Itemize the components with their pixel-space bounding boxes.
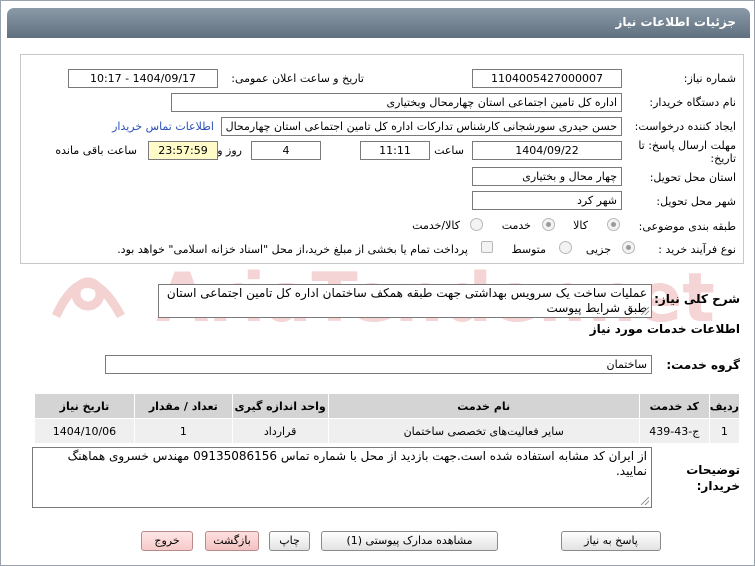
category-radio-goods-service[interactable] xyxy=(470,218,483,231)
buyer-notes-label: توضیحات xyxy=(686,463,740,477)
service-group-label: گروه خدمت: xyxy=(666,358,740,372)
category-radio-service[interactable] xyxy=(542,218,555,231)
deadline-date-field: 1404/09/22 xyxy=(472,141,622,160)
column-header-date: تاریخ نیاز xyxy=(34,393,135,419)
services-table-header: ردیف کد خدمت نام خدمت واحد اندازه گیری ت… xyxy=(34,393,741,419)
days-label: روز و xyxy=(217,144,242,157)
description-text: عملیات ساخت یک سرویس بهداشتی جهت طبقه هم… xyxy=(166,286,647,315)
description-textarea[interactable]: عملیات ساخت یک سرویس بهداشتی جهت طبقه هم… xyxy=(158,284,652,318)
column-header-row: ردیف xyxy=(708,393,741,419)
column-header-unit: واحد اندازه گیری xyxy=(231,393,329,419)
process-label: نوع فرآیند خرید : xyxy=(658,243,736,256)
print-button[interactable]: چاپ xyxy=(269,531,310,551)
table-row: 1 ج-43-439 سایر فعالیت‌های تخصصی ساختمان… xyxy=(34,418,741,444)
services-section-title: اطلاعات خدمات مورد نیاز xyxy=(589,322,740,336)
services-table: ردیف کد خدمت نام خدمت واحد اندازه گیری ت… xyxy=(34,393,741,444)
deadline-label: مهلت ارسال پاسخ: تا xyxy=(638,139,736,152)
column-header-name: نام خدمت xyxy=(327,393,640,419)
remaining-label: ساعت باقی مانده xyxy=(55,144,137,157)
deadline-time-field: 11:11 xyxy=(360,141,430,160)
buyer-org-field: اداره کل تامین اجتماعی استان چهارمحال وب… xyxy=(171,93,622,112)
creator-label: ایجاد کننده درخواست: xyxy=(634,120,736,133)
header-bar: جزئیات اطلاعات نیاز xyxy=(7,8,750,38)
process-option-minor: جزیی xyxy=(585,243,611,256)
buyer-org-label: نام دستگاه خریدار: xyxy=(649,96,736,109)
category-option-goods-service: کالا/خدمت xyxy=(412,219,460,232)
cell-unit: قرارداد xyxy=(231,418,329,444)
need-number-label: شماره نیاز: xyxy=(683,72,736,85)
announce-label: تاریخ و ساعت اعلان عمومی: xyxy=(231,72,364,85)
description-label: شرح کلی نیاز: xyxy=(654,292,740,306)
watermark-arc-icon xyxy=(51,279,125,319)
buyer-notes-textarea[interactable]: از ایران کد مشابه استفاده شده است.جهت با… xyxy=(32,447,652,508)
category-option-service: خدمت xyxy=(501,219,531,232)
deadline-date-label: تاریخ: xyxy=(710,152,736,165)
province-label: استان محل تحویل: xyxy=(649,171,736,184)
cell-quantity: 1 xyxy=(133,418,233,444)
need-number-field: 1104005427000007 xyxy=(472,69,622,88)
process-radio-minor[interactable] xyxy=(622,241,635,254)
cell-row-number: 1 xyxy=(708,418,741,444)
process-option-medium: متوسط xyxy=(511,243,546,256)
reply-button[interactable]: پاسخ به نیاز xyxy=(561,531,661,551)
cell-service-name: سایر فعالیت‌های تخصصی ساختمان xyxy=(327,418,640,444)
process-radio-medium[interactable] xyxy=(559,241,572,254)
column-header-code: کد خدمت xyxy=(638,393,710,419)
service-group-field: ساختمان xyxy=(105,355,652,374)
treasury-note: پرداخت تمام یا بخشی از مبلغ خرید،از محل … xyxy=(117,243,468,256)
exit-button[interactable]: خروج xyxy=(141,531,193,551)
city-label: شهر محل تحویل: xyxy=(656,195,736,208)
window-frame: جزئیات اطلاعات نیاز AriaTender.net شماره… xyxy=(0,0,755,566)
announce-field: 1404/09/17 - 10:17 xyxy=(68,69,218,88)
days-count-field: 4 xyxy=(251,141,321,160)
cell-need-date: 1404/10/06 xyxy=(34,418,135,444)
buyer-contact-link[interactable]: اطلاعات تماس خریدار xyxy=(112,120,214,133)
resize-grip-icon[interactable] xyxy=(641,497,649,505)
treasury-checkbox[interactable] xyxy=(481,241,493,253)
category-radio-goods[interactable] xyxy=(607,218,620,231)
view-attachments-button[interactable]: مشاهده مدارک پیوستی (1) xyxy=(321,531,498,551)
cell-service-code: ج-43-439 xyxy=(638,418,710,444)
column-header-quantity: تعداد / مقدار xyxy=(133,393,233,419)
deadline-time-label: ساعت xyxy=(434,144,464,157)
creator-field: حسن حیدری سورشجانی کارشناس تدارکات اداره… xyxy=(221,117,622,136)
category-label: طبقه بندی موضوعی: xyxy=(638,220,736,233)
remaining-time-field: 23:57:59 xyxy=(148,141,218,160)
buyer-notes-label-2: خریدار: xyxy=(696,479,740,493)
city-field: شهر کرد xyxy=(472,191,622,210)
category-option-goods: کالا xyxy=(573,219,588,232)
back-button[interactable]: بازگشت xyxy=(205,531,259,551)
province-field: چهار محال و بختیاری xyxy=(472,167,622,186)
page-title: جزئیات اطلاعات نیاز xyxy=(615,15,736,29)
resize-grip-icon[interactable] xyxy=(641,307,649,315)
buyer-notes-text: از ایران کد مشابه استفاده شده است.جهت با… xyxy=(67,449,647,478)
